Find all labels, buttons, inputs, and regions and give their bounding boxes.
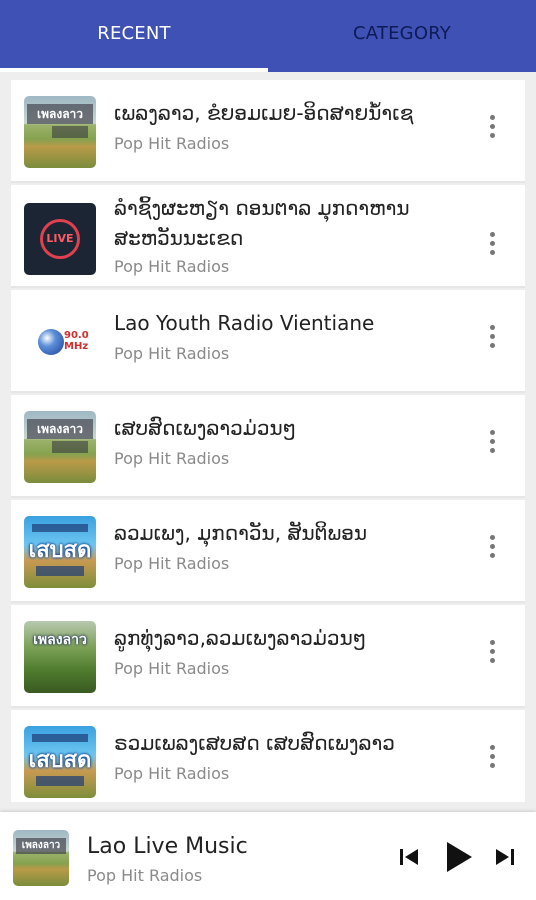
list-item[interactable]: เสบสด ລວມເພງ, ມຸກດາວັນ, ສັນຕິພອນ Pop Hit…: [11, 500, 525, 603]
thumbnail-sub-label: [40, 655, 86, 671]
more-options-icon[interactable]: [485, 629, 499, 673]
tab-bar: RECENT CATEGORY: [0, 0, 536, 72]
station-subtitle: Pop Hit Radios: [114, 764, 230, 783]
thumbnail-sub-label: [52, 441, 88, 453]
more-options-icon[interactable]: [485, 221, 499, 265]
station-title: ລວມເພງ, ມຸກດາວັນ, ສັນຕິພອນ: [114, 521, 368, 545]
more-options-icon[interactable]: [485, 419, 499, 463]
more-options-icon[interactable]: [485, 734, 499, 778]
play-icon[interactable]: [444, 840, 474, 874]
station-subtitle: Pop Hit Radios: [114, 257, 230, 276]
thumbnail-label: เสบสด: [28, 538, 92, 563]
station-thumbnail: LIVE: [24, 203, 96, 275]
thumbnail-label: เสบสด: [28, 748, 92, 773]
globe-logo-icon: [38, 329, 64, 355]
station-title: ເສບສົດເພງລາວມ່ວນໆ: [114, 416, 297, 440]
skip-previous-icon[interactable]: [398, 846, 420, 868]
station-list: เพลงลาว ເພລງລາວ, ຂໍຍອມເມຍ-ອິດສາຍນ້ຳເຊ Po…: [11, 80, 525, 802]
now-playing-subtitle: Pop Hit Radios: [87, 866, 203, 885]
station-subtitle: Pop Hit Radios: [114, 134, 230, 153]
station-title: ເພລງລາວ, ຂໍຍອມເມຍ-ອິດສາຍນ້ຳເຊ: [114, 101, 414, 125]
station-thumbnail: เพลงลาว: [24, 96, 96, 168]
thumbnail-label: เพลงลาว: [33, 632, 87, 648]
thumbnail-sub-label: [52, 126, 88, 138]
station-title: ຣວມເພລງເສບສດ ເສບສົດເພງລາວ: [114, 731, 395, 755]
station-title: Lao Youth Radio Vientiane: [114, 311, 375, 335]
live-badge: LIVE: [40, 219, 80, 259]
now-playing-title: Lao Live Music: [87, 834, 248, 859]
list-item[interactable]: LIVE ລຳຊິ້ງຜະຫຽາ ດອນຕາລ ມຸກດາຫານ ສະຫວັນນ…: [11, 185, 525, 288]
more-options-icon[interactable]: [485, 314, 499, 358]
station-thumbnail: 90.0 MHz: [24, 306, 96, 378]
station-subtitle: Pop Hit Radios: [114, 449, 230, 468]
station-thumbnail: เพลงลาว: [24, 621, 96, 693]
station-title: ລຳຊິ້ງຜະຫຽາ ດອນຕາລ ມຸກດາຫານ ສະຫວັນນະເຂດ: [114, 196, 410, 250]
list-item[interactable]: เพลงลาว ເພລງລາວ, ຂໍຍອມເມຍ-ອິດສາຍນ້ຳເຊ Po…: [11, 80, 525, 183]
now-playing-thumbnail: เพลงลาว: [13, 830, 69, 886]
thumbnail-label: เพลงลาว: [16, 838, 66, 854]
thumbnail-banner: [32, 524, 88, 532]
list-item[interactable]: เพลงลาว ລູກທຸ່ງລາວ,ລວມເພງລາວມ່ວນໆ Pop Hi…: [11, 605, 525, 708]
station-subtitle: Pop Hit Radios: [114, 659, 230, 678]
list-item[interactable]: 90.0 MHz Lao Youth Radio Vientiane Pop H…: [11, 290, 525, 393]
thumbnail-sub-label: [36, 566, 84, 576]
thumbnail-banner: [32, 734, 88, 742]
more-options-icon[interactable]: [485, 524, 499, 568]
tab-category[interactable]: CATEGORY: [268, 0, 536, 72]
station-subtitle: Pop Hit Radios: [114, 344, 230, 363]
more-options-icon[interactable]: [485, 104, 499, 148]
thumbnail-label: เพลงลาว: [27, 104, 93, 124]
thumbnail-label: 90.0 MHz: [64, 330, 89, 352]
skip-next-icon[interactable]: [494, 846, 516, 868]
tab-recent[interactable]: RECENT: [0, 0, 268, 72]
station-thumbnail: เพลงลาว: [24, 411, 96, 483]
list-item[interactable]: เสบสด ຣວມເພລງເສບສດ ເສບສົດເພງລາວ Pop Hit …: [11, 710, 525, 802]
thumbnail-label: เพลงลาว: [27, 419, 93, 439]
station-thumbnail: เสบสด: [24, 516, 96, 588]
list-item[interactable]: เพลงลาว ເສບສົດເພງລາວມ່ວນໆ Pop Hit Radios: [11, 395, 525, 498]
active-tab-indicator: [0, 68, 268, 72]
thumbnail-sub-label: [36, 776, 84, 786]
now-playing-bar[interactable]: เพลงลาว Lao Live Music Pop Hit Radios: [0, 812, 536, 900]
station-subtitle: Pop Hit Radios: [114, 554, 230, 573]
station-thumbnail: เสบสด: [24, 726, 96, 798]
station-title: ລູກທຸ່ງລາວ,ລວມເພງລາວມ່ວນໆ: [114, 626, 367, 650]
